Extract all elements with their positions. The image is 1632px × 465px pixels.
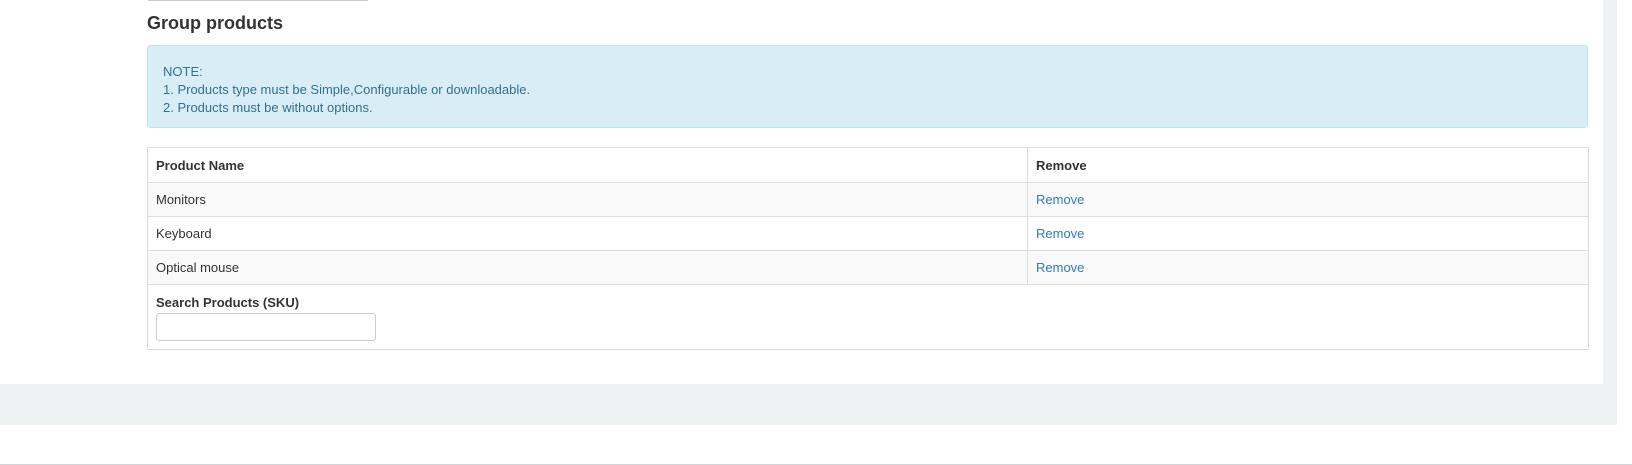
product-name-cell: Keyboard: [147, 216, 1028, 251]
search-cell: Search Products (SKU): [147, 284, 1589, 350]
table-row: Optical mouse Remove: [147, 250, 1589, 285]
content-area: Group products NOTE: 1. Products type mu…: [0, 0, 1603, 384]
remove-link-keyboard[interactable]: Remove: [1036, 226, 1084, 241]
header-remove: Remove: [1027, 147, 1589, 183]
previous-field-edge: [148, 0, 368, 1]
table-row: Keyboard Remove: [147, 216, 1589, 251]
footer-band: [0, 384, 1617, 425]
remove-link-optical-mouse[interactable]: Remove: [1036, 260, 1084, 275]
note-heading: NOTE:: [163, 64, 203, 79]
search-sku-input[interactable]: [156, 313, 376, 341]
remove-cell: Remove: [1027, 250, 1589, 285]
group-products-table: Product Name Remove Monitors Remove Keyb…: [147, 147, 1589, 350]
note-line-1: 1. Products type must be Simple,Configur…: [163, 82, 531, 97]
search-row: Search Products (SKU): [147, 284, 1589, 350]
note-alert: NOTE: 1. Products type must be Simple,Co…: [147, 45, 1588, 128]
product-name-cell: Optical mouse: [147, 250, 1028, 285]
header-product-name: Product Name: [147, 147, 1028, 183]
remove-cell: Remove: [1027, 182, 1589, 217]
table-header-row: Product Name Remove: [147, 147, 1589, 183]
search-label: Search Products (SKU): [156, 295, 300, 310]
remove-cell: Remove: [1027, 216, 1589, 251]
section-title: Group products: [147, 13, 283, 33]
note-line-2: 2. Products must be without options.: [163, 100, 373, 115]
right-gutter: [1603, 0, 1617, 384]
product-name-cell: Monitors: [147, 182, 1028, 217]
remove-link-monitors[interactable]: Remove: [1036, 192, 1084, 207]
page: Group products NOTE: 1. Products type mu…: [0, 0, 1632, 465]
table-row: Monitors Remove: [147, 182, 1589, 217]
